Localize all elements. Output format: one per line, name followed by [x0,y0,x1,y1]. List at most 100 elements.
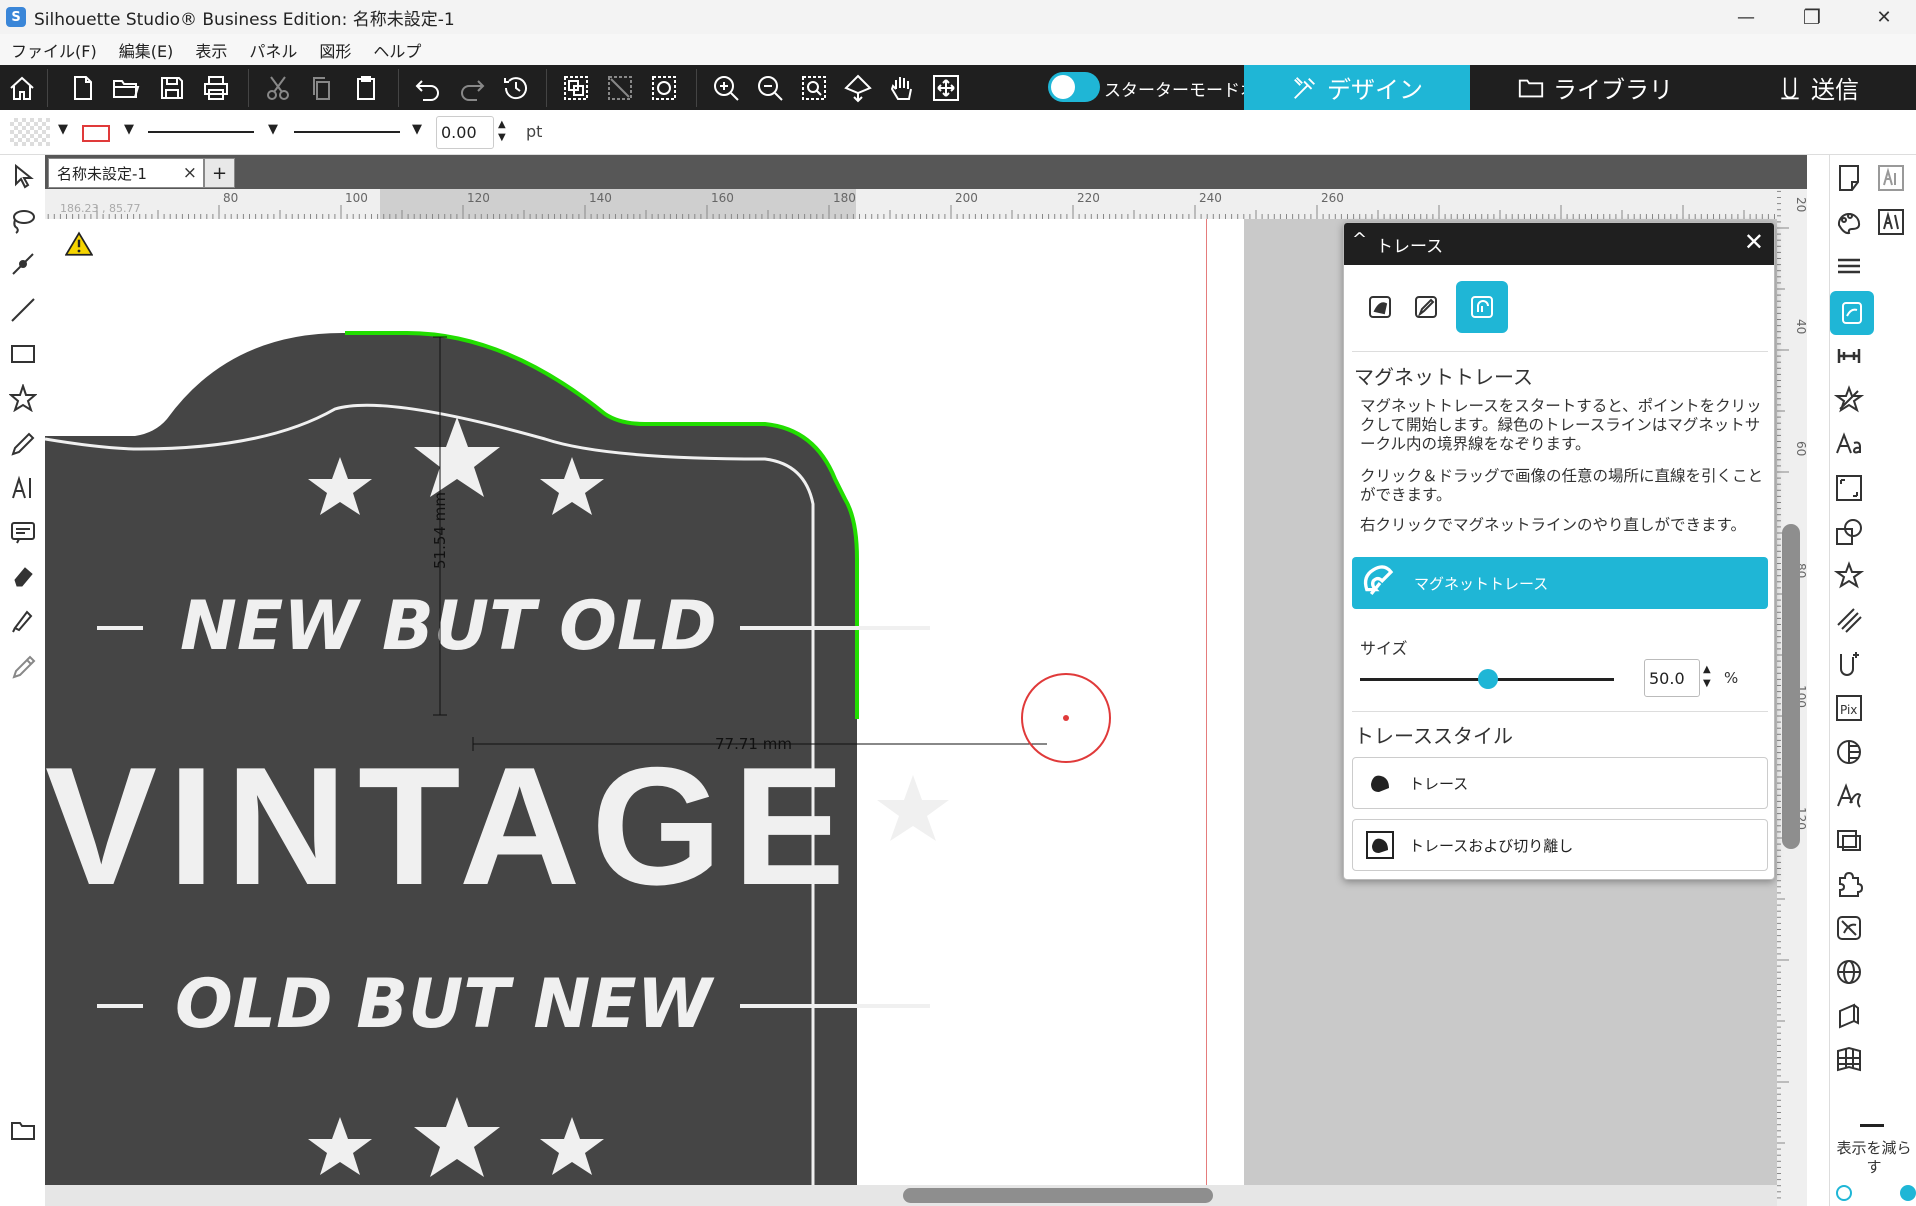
fill-pattern-icon[interactable] [1832,603,1866,637]
open-folder-icon[interactable] [110,72,142,104]
status-indicator-icon[interactable] [1900,1185,1916,1201]
save-icon[interactable] [156,72,188,104]
new-document-icon[interactable] [66,72,98,104]
color-halves-icon[interactable] [1832,735,1866,769]
pencil-tool-icon[interactable] [6,427,40,461]
line-width-input[interactable]: 0.00 [436,116,494,149]
align-icon[interactable] [1832,339,1866,373]
minimize-button[interactable]: — [1716,0,1776,34]
sketch-icon[interactable] [1832,779,1866,813]
puzzle-icon[interactable] [1832,867,1866,901]
ungroup-icon[interactable] [604,72,636,104]
text-style-icon[interactable] [1874,161,1908,195]
line-style-panel-icon[interactable] [1832,249,1866,283]
trace-panel-icon[interactable] [1830,291,1874,335]
line-end-preview[interactable] [294,131,400,133]
close-button[interactable]: ✕ [1854,0,1914,34]
lasso-icon[interactable] [6,203,40,237]
emboss-3d-icon[interactable] [1832,999,1866,1033]
group-icon[interactable] [560,72,592,104]
fit-to-page-icon[interactable] [930,72,962,104]
line-color-swatch[interactable] [82,125,110,142]
menu-help[interactable]: ヘルプ [373,38,421,62]
rhinestone-icon[interactable] [1832,911,1866,945]
copy-icon[interactable] [306,72,338,104]
text-tool-icon[interactable] [6,471,40,505]
trace-panel-close-icon[interactable]: ✕ [1744,228,1764,256]
eraser-tool-icon[interactable] [6,559,40,593]
tab-design[interactable]: デザイン [1244,65,1470,110]
library-folder-icon[interactable] [6,1113,40,1147]
horizontal-scrollbar[interactable] [45,1185,1777,1206]
menu-view[interactable]: 表示 [195,38,227,62]
paste-icon[interactable] [350,72,382,104]
zoom-in-icon[interactable] [710,72,742,104]
line-end-dropdown-arrow-icon[interactable]: ▼ [412,122,422,137]
document-tab-close-icon[interactable]: × [183,163,197,183]
menu-shape[interactable]: 図形 [319,38,351,62]
tab-library[interactable]: ライブラリ [1470,65,1720,110]
tab-send[interactable]: 送信 [1720,65,1916,110]
line-width-stepper[interactable]: ▲ ▼ [498,118,506,144]
menu-file[interactable]: ファイル(F) [11,38,97,62]
line-style-preview[interactable] [148,131,254,133]
menu-edit[interactable]: 編集(E) [119,38,174,62]
home-icon[interactable] [6,72,38,104]
trace-mode-area-button[interactable] [1354,281,1406,333]
redo-icon[interactable] [456,72,488,104]
trace-option-trace[interactable]: トレース [1352,757,1768,809]
hand-pan-icon[interactable] [886,72,918,104]
line-tool-icon[interactable] [6,293,40,327]
star-tool-icon[interactable] [6,381,40,415]
knife-tool-icon[interactable] [6,603,40,637]
restore-button[interactable]: ❐ [1782,0,1842,34]
offset-text-icon[interactable] [1874,205,1908,239]
point-edit-icon[interactable] [6,247,40,281]
print-and-cut-icon[interactable] [1832,823,1866,857]
transform-icon[interactable] [1832,471,1866,505]
start-magnet-trace-button[interactable]: マグネットトレース [1352,557,1768,609]
reduce-display-label[interactable]: 表示を減らす [1832,1139,1916,1177]
collapse-chevron-icon[interactable]: ^ [1352,229,1367,250]
page-setup-icon[interactable] [1832,161,1866,195]
trace-mode-pen-button[interactable] [1400,281,1452,333]
line-color-dropdown-arrow-icon[interactable]: ▼ [124,122,134,137]
select-arrow-icon[interactable] [6,159,40,193]
globe-icon[interactable] [1832,955,1866,989]
document-tab[interactable]: 名称未設定-1 × [48,158,204,188]
new-tab-button[interactable]: + [204,158,235,188]
reduce-display-icon[interactable] [1860,1124,1884,1127]
size-input[interactable]: 50.0 [1644,659,1700,697]
menu-panel[interactable]: パネル [249,38,297,62]
fill-dropdown-arrow-icon[interactable]: ▼ [58,122,68,137]
zoom-selection-icon[interactable] [798,72,830,104]
zoom-out-icon[interactable] [754,72,786,104]
trace-mode-magnet-button[interactable] [1456,281,1508,333]
favorites-star-icon[interactable] [1832,559,1866,593]
drag-zoom-icon[interactable] [842,72,874,104]
history-icon[interactable] [500,72,532,104]
design-store-icon[interactable] [1832,205,1866,239]
print-icon[interactable] [200,72,232,104]
vertical-scrollbar-thumb[interactable] [1782,524,1800,849]
rectangle-tool-icon[interactable] [6,337,40,371]
settings-gear-icon[interactable] [1836,1185,1852,1201]
font-panel-icon[interactable] [1832,427,1866,461]
knife-cut-icon[interactable] [1832,647,1866,681]
top-ruler-ticks: 80 100 120 140 160 180 200 220 240 260 [47,189,1806,219]
text-box-tool-icon[interactable] [6,515,40,549]
cut-icon[interactable] [262,72,294,104]
size-stepper[interactable]: ▲ ▼ [1703,663,1711,691]
size-slider-knob[interactable] [1478,669,1498,689]
horizontal-scrollbar-thumb[interactable] [903,1188,1213,1203]
fill-swatch[interactable] [10,118,50,146]
pixscan-icon[interactable]: Pix [1832,691,1866,725]
modify-shapes-icon[interactable] [1832,515,1866,549]
trace-option-trace-and-detach[interactable]: トレースおよび切り離し [1352,819,1768,871]
undo-icon[interactable] [412,72,444,104]
eyedropper-tool-icon[interactable] [6,649,40,683]
layout-grid-icon[interactable] [1832,1043,1866,1077]
replicate-icon[interactable] [1832,383,1866,417]
line-style-dropdown-arrow-icon[interactable]: ▼ [268,122,278,137]
compound-path-icon[interactable] [648,72,680,104]
